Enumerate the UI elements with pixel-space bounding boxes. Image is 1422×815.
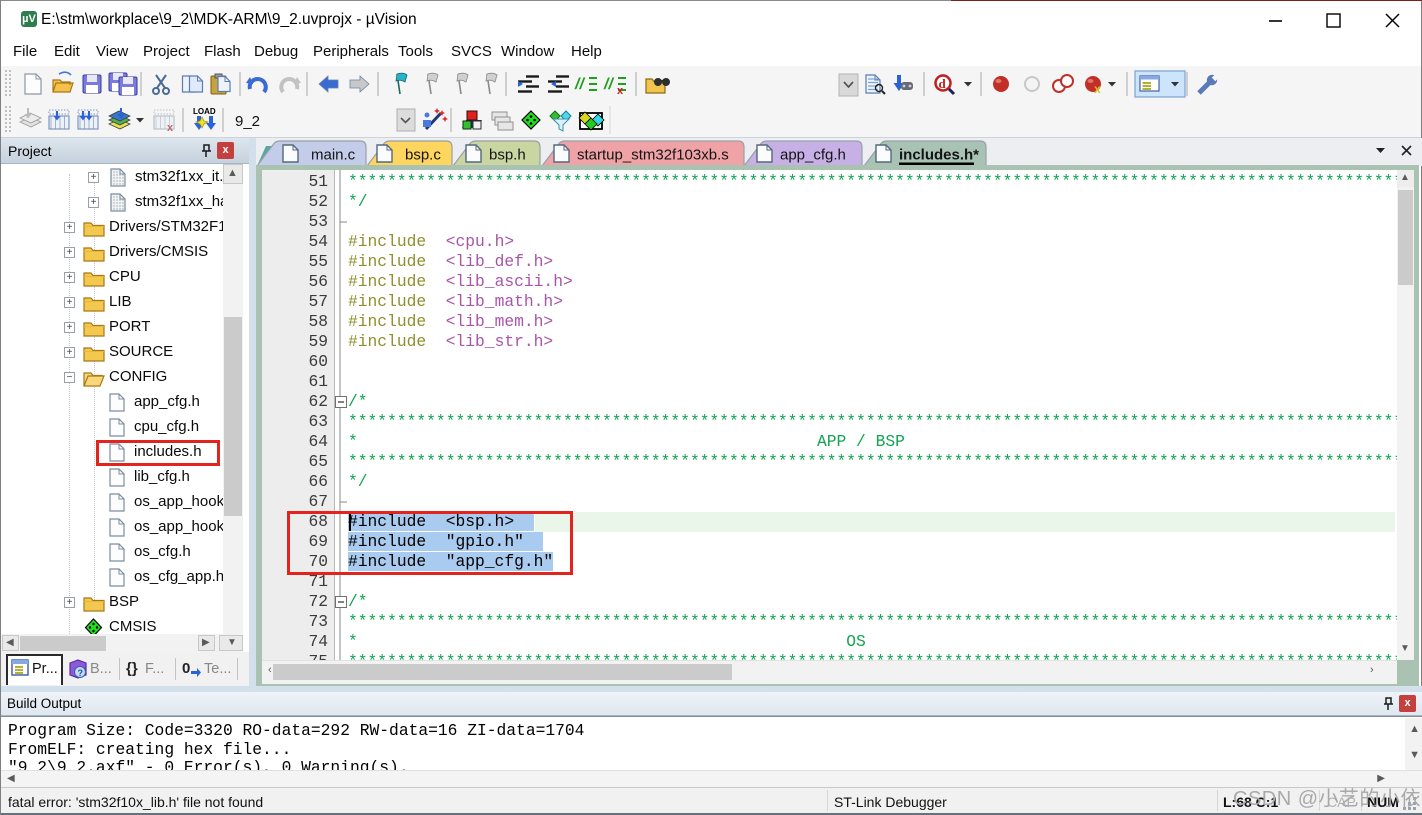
svg-text:LOAD: LOAD: [193, 107, 216, 116]
svg-text:main.c: main.c: [311, 147, 356, 164]
svg-text:startup_stm32f103xb.s: startup_stm32f103xb.s: [577, 147, 729, 164]
svg-text://: //: [574, 76, 585, 93]
svg-text:includes.h*: includes.h*: [899, 147, 979, 164]
svg-text:x: x: [617, 85, 624, 97]
svg-text:bsp.c: bsp.c: [405, 147, 441, 164]
svg-text:?: ?: [78, 668, 84, 678]
svg-text:x: x: [167, 122, 174, 134]
svg-text:bsp.h: bsp.h: [489, 147, 526, 164]
svg-text:9_2: 9_2: [235, 113, 260, 130]
svg-text:x: x: [1094, 82, 1101, 96]
svg-text:app_cfg.h: app_cfg.h: [780, 147, 846, 164]
svg-text://: //: [603, 76, 614, 93]
svg-text:d: d: [939, 76, 947, 91]
